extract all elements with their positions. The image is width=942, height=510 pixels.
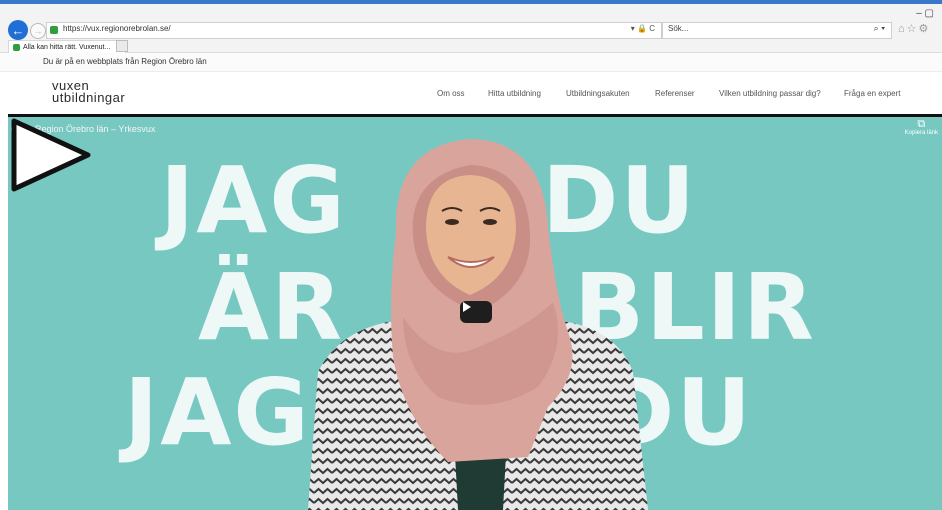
search-icon[interactable]: ⌕ ▾ xyxy=(874,23,885,34)
nav-utbildningsakuten[interactable]: Utbildningsakuten xyxy=(566,89,630,98)
back-button[interactable]: ← xyxy=(8,20,28,40)
region-notice-bar: Du är på en webbplats från Region Örebro… xyxy=(0,53,942,72)
window-controls[interactable]: – ▢ xyxy=(916,8,934,19)
copy-link-button[interactable]: ⧉ Kopiera länk xyxy=(904,118,938,137)
nav-hitta-utbildning[interactable]: Hitta utbildning xyxy=(488,89,541,98)
address-bar-icons[interactable]: ▾ 🔒 C xyxy=(631,24,655,33)
play-icon-small xyxy=(463,302,471,312)
region-notice-text: Du är på en webbplats från Region Örebro… xyxy=(43,57,207,66)
big-play-icon[interactable] xyxy=(8,117,96,193)
copy-link-label: Kopiera länk xyxy=(904,130,938,136)
address-bar[interactable]: https://vux.regionorebrolan.se/ ▾ 🔒 C xyxy=(46,22,662,39)
nav-om-oss[interactable]: Om oss xyxy=(437,89,465,98)
forward-button[interactable]: → xyxy=(30,23,46,39)
tab-title: Alla kan hitta rätt. Vuxenut... xyxy=(23,43,111,51)
toolbar-icons[interactable]: ⌂☆⚙ xyxy=(898,22,930,35)
url-text[interactable]: https://vux.regionorebrolan.se/ xyxy=(63,24,171,33)
youtube-play-button[interactable] xyxy=(460,301,492,323)
main-nav: Om oss Hitta utbildning Utbildningsakute… xyxy=(0,89,942,103)
browser-chrome: – ▢ ← → https://vux.regionorebrolan.se/ … xyxy=(0,4,942,54)
copy-icon: ⧉ xyxy=(917,118,926,130)
nav-referenser[interactable]: Referenser xyxy=(655,89,695,98)
nav-vilken-utbildning[interactable]: Vilken utbildning passar dig? xyxy=(719,89,821,98)
search-input[interactable]: Sök... ⌕ ▾ xyxy=(662,22,892,39)
site-favicon-icon xyxy=(50,26,58,34)
tab-strip: Alla kan hitta rätt. Vuxenut... × xyxy=(0,40,942,54)
nav-fraga-expert[interactable]: Fråga en expert xyxy=(844,89,900,98)
new-tab-button[interactable] xyxy=(116,40,128,52)
video-player[interactable]: JAG DU ÄR BLIR JAG DU ⊕ Region Örebr xyxy=(8,117,942,510)
tab-active[interactable]: Alla kan hitta rätt. Vuxenut... × xyxy=(8,40,126,54)
search-placeholder: Sök... xyxy=(668,24,689,33)
site-header: vuxen utbildningar Om oss Hitta utbildni… xyxy=(0,72,942,114)
address-row: ← → https://vux.regionorebrolan.se/ ▾ 🔒 … xyxy=(0,20,942,40)
tab-favicon-icon xyxy=(13,43,20,51)
